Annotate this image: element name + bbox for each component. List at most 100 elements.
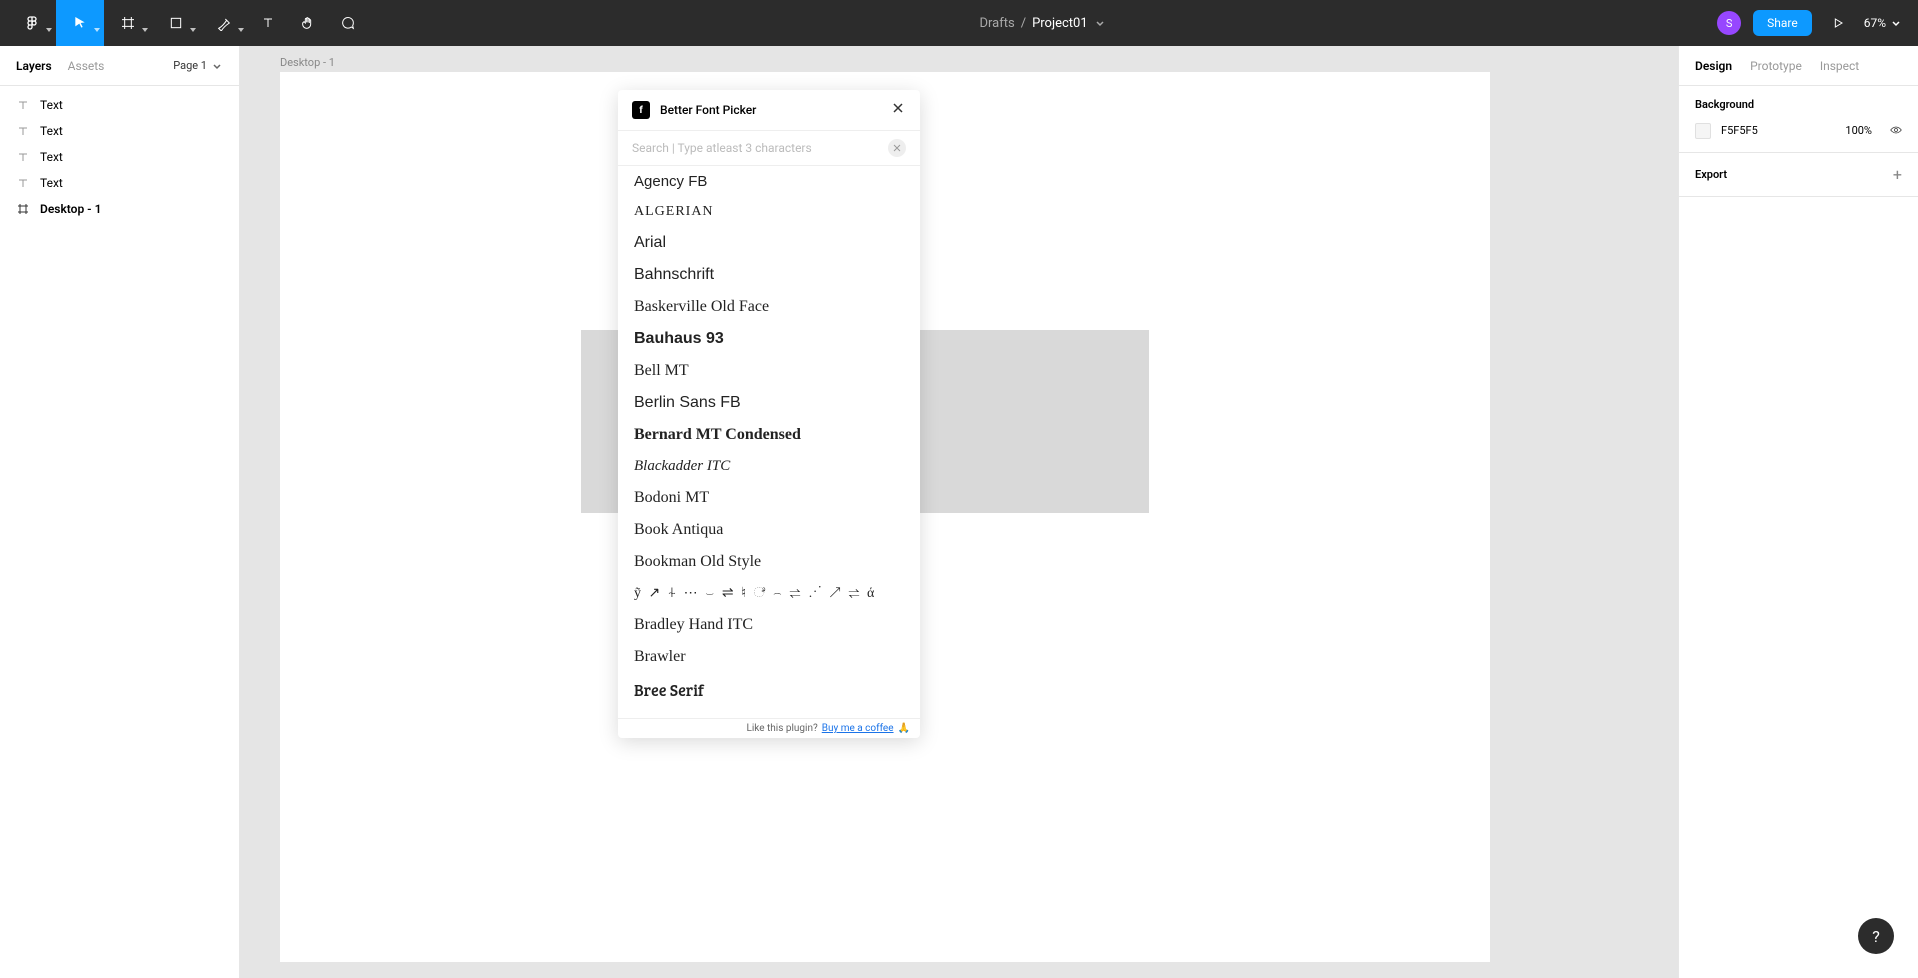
figma-logo-icon [24,15,40,31]
tab-layers[interactable]: Layers [16,59,52,73]
export-label: Export [1695,168,1727,181]
font-option[interactable]: Bodoni MT [618,482,920,514]
font-option[interactable]: ALGERIAN [618,197,920,227]
layer-label: Text [40,124,63,138]
text-layer-icon [16,98,30,112]
hand-icon [300,15,316,31]
left-panel-tabs: Layers Assets Page 1 [0,46,239,86]
layers-list: Text Text Text Text Desktop - 1 [0,86,239,228]
font-option[interactable]: Agency FB [618,166,920,197]
text-layer-icon [16,124,30,138]
right-panel: Design Prototype Inspect Background F5F5… [1678,46,1918,978]
chevron-down-icon [190,28,196,32]
background-row[interactable]: F5F5F5 100% [1695,121,1902,140]
eye-icon [1890,124,1902,136]
zoom-value: 67% [1864,16,1886,30]
font-option[interactable]: Bradley Hand ITC [618,609,920,641]
background-label: Background [1695,98,1902,111]
chevron-down-icon [1094,17,1106,29]
right-panel-tabs: Design Prototype Inspect [1679,46,1918,86]
font-option[interactable]: Bernard MT Condensed [618,419,920,451]
font-option[interactable]: Arial [618,227,920,259]
chevron-down-icon [94,28,100,32]
font-list[interactable]: Agency FB ALGERIAN Arial Bahnschrift Bas… [618,166,920,718]
breadcrumb-file: Project01 [1032,16,1088,31]
font-search-input[interactable] [632,141,880,155]
font-option[interactable]: Blackadder ITC [618,451,920,482]
plugin-title: Better Font Picker [660,103,756,117]
tab-prototype[interactable]: Prototype [1750,59,1802,73]
avatar[interactable]: S [1717,11,1741,35]
page-selector[interactable]: Page 1 [173,59,223,72]
canvas[interactable]: Desktop - 1 [240,46,1678,978]
layer-item[interactable]: Text [0,144,239,170]
font-option[interactable]: Book Antiqua [618,514,920,546]
layer-item[interactable]: Text [0,92,239,118]
layer-item[interactable]: Text [0,118,239,144]
text-layer-icon [16,150,30,164]
chevron-down-icon [1890,17,1902,29]
chevron-down-icon [142,28,148,32]
footer-text: Like this plugin? [746,723,817,734]
footer-link[interactable]: Buy me a coffee [822,723,894,734]
font-option[interactable]: Baskerville Old Face [618,291,920,323]
font-option[interactable]: Bahnschrift [618,259,920,291]
layer-item-frame[interactable]: Desktop - 1 [0,196,239,222]
font-picker-plugin: f Better Font Picker Agency FB ALGERIAN … [618,90,920,738]
present-button[interactable] [1824,0,1852,46]
figma-menu-button[interactable] [8,0,56,46]
comment-tool-button[interactable] [328,0,368,46]
document-title[interactable]: Drafts / Project01 [368,16,1717,31]
background-section: Background F5F5F5 100% [1679,86,1918,153]
breadcrumb-folder: Drafts [979,16,1014,31]
cursor-icon [72,15,88,31]
chevron-down-icon [238,28,244,32]
pen-icon [216,15,232,31]
font-option[interactable]: Bookman Old Style [618,546,920,578]
close-button[interactable] [890,100,906,120]
tab-inspect[interactable]: Inspect [1820,59,1859,73]
canvas-frame-label[interactable]: Desktop - 1 [280,56,335,69]
font-option[interactable]: Bree Serif [618,673,920,708]
shape-tool-button[interactable] [152,0,200,46]
clear-search-button[interactable] [888,139,906,157]
tab-design[interactable]: Design [1695,59,1732,73]
font-search-row [618,131,920,166]
tab-assets[interactable]: Assets [68,59,105,73]
frame-icon [120,15,136,31]
top-toolbar: Drafts / Project01 S Share 67% [0,0,1918,46]
chevron-down-icon [46,28,52,32]
font-option[interactable]: Bell MT [618,355,920,387]
chevron-down-icon [211,60,223,72]
font-option[interactable]: ỹ ↗ ⍭ ⋯ ⌣ ⇌ ♮ ೆ ⌢ ⇌ ⋰ ↗ ⇌ ά [618,578,920,609]
plugin-footer: Like this plugin? Buy me a coffee 🙏 [618,718,920,738]
background-opacity[interactable]: 100% [1845,124,1872,137]
zoom-control[interactable]: 67% [1864,16,1902,30]
share-button[interactable]: Share [1753,10,1812,36]
plugin-header[interactable]: f Better Font Picker [618,90,920,131]
layer-item[interactable]: Text [0,170,239,196]
font-option[interactable]: Bauhaus 93 [618,323,920,355]
frame-layer-icon [16,202,30,216]
frame-tool-button[interactable] [104,0,152,46]
pen-tool-button[interactable] [200,0,248,46]
text-icon [260,15,276,31]
left-panel: Layers Assets Page 1 Text Text Text Text… [0,46,240,978]
add-export-button[interactable]: + [1893,165,1902,184]
text-layer-icon [16,176,30,190]
help-button[interactable]: ? [1858,918,1894,954]
font-option[interactable]: Brawler [618,641,920,673]
close-icon [890,100,906,116]
layer-label: Desktop - 1 [40,202,101,216]
background-hex[interactable]: F5F5F5 [1721,124,1835,137]
page-selector-label: Page 1 [173,59,207,72]
text-tool-button[interactable] [248,0,288,46]
visibility-toggle[interactable] [1890,121,1902,140]
hand-tool-button[interactable] [288,0,328,46]
layer-label: Text [40,176,63,190]
pray-emoji-icon: 🙏 [898,723,910,734]
move-tool-button[interactable] [56,0,104,46]
font-option[interactable]: Berlin Sans FB [618,387,920,419]
layer-label: Text [40,98,63,112]
color-swatch[interactable] [1695,123,1711,139]
